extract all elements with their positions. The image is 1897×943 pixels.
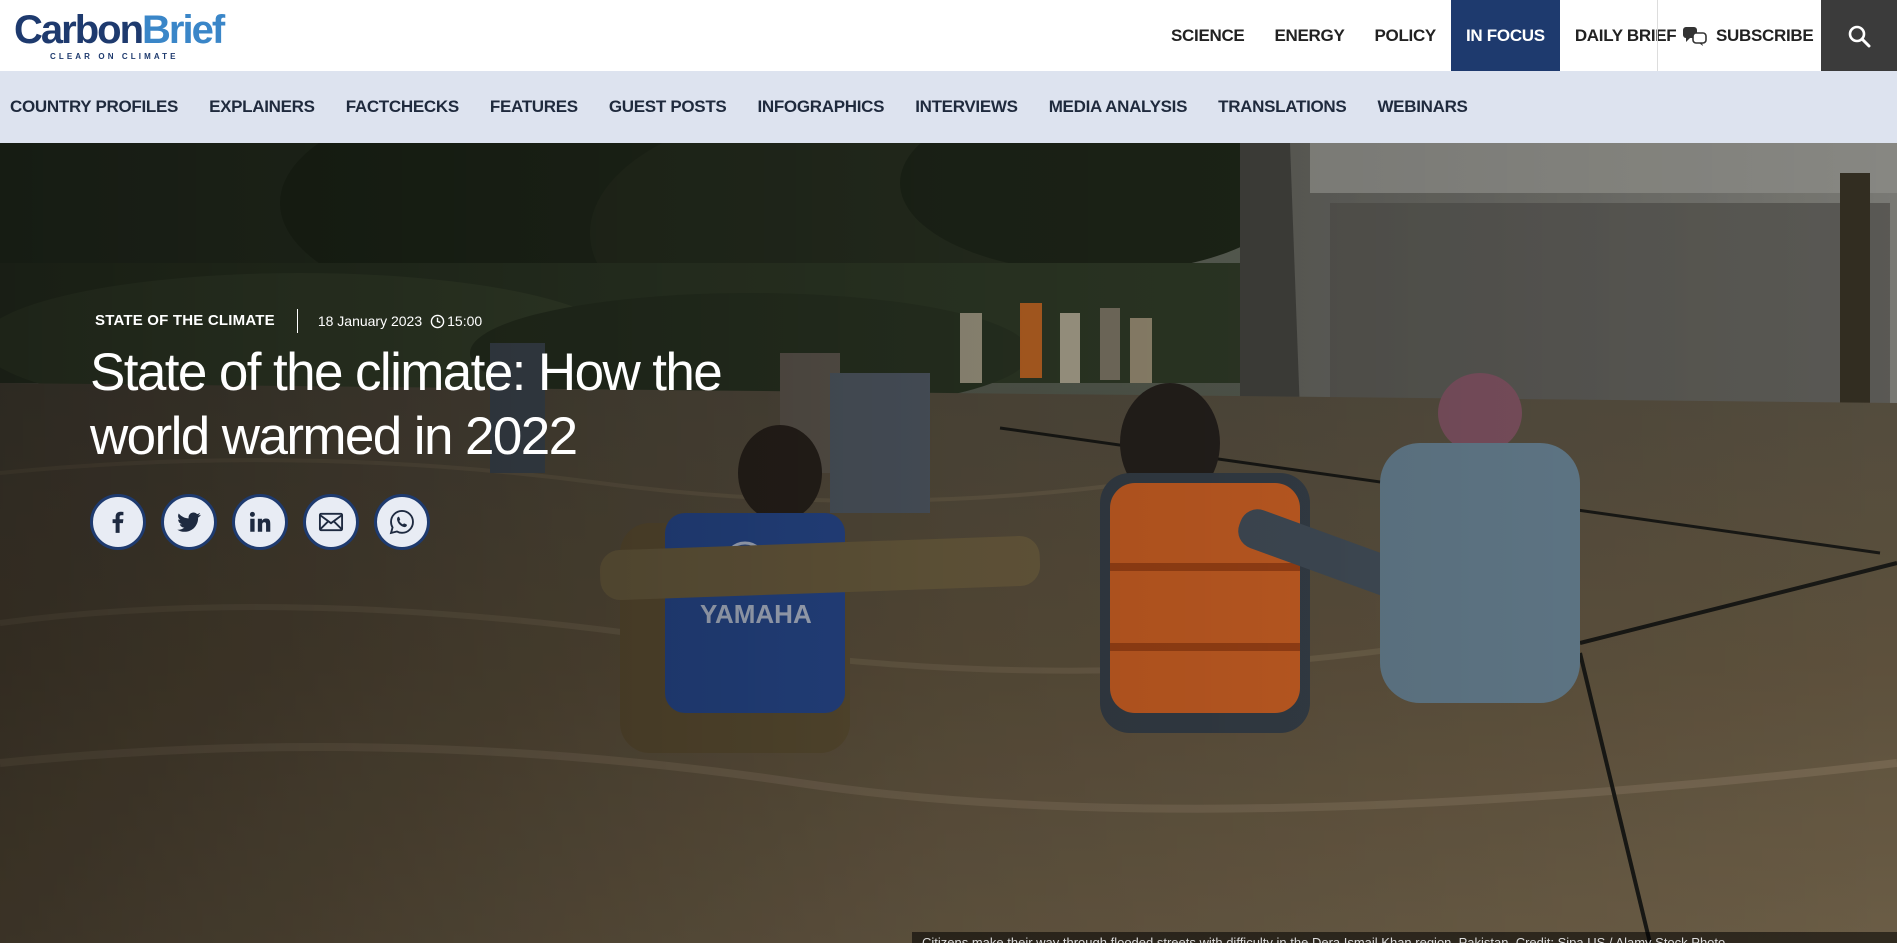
subnav-features[interactable]: FEATURES [490,97,578,117]
nav-science[interactable]: SCIENCE [1156,0,1259,71]
subnav-guest-posts[interactable]: GUEST POSTS [609,97,727,117]
subscribe-button[interactable]: SUBSCRIBE [1657,0,1821,71]
linkedin-icon [249,511,271,532]
logo-tagline: CLEAR ON CLIMATE [50,52,179,61]
share-email-button[interactable] [303,494,359,550]
article-date: 18 January 2023 [317,313,423,329]
share-buttons [90,494,445,550]
subnav-media-analysis[interactable]: MEDIA ANALYSIS [1049,97,1188,117]
subnav-translations[interactable]: TRANSLATIONS [1218,97,1347,117]
facebook-icon [112,511,124,533]
logo-carbon-text: Carbon [14,8,144,52]
twitter-icon [177,512,201,532]
subnav-country-profiles[interactable]: COUNTRY PROFILES [10,97,178,117]
search-button[interactable] [1821,0,1897,71]
search-icon [1848,25,1871,47]
email-icon [318,512,344,532]
clock-icon [430,314,445,328]
subnav-factchecks[interactable]: FACTCHECKS [346,97,459,117]
article-category[interactable]: STATE OF THE CLIMATE [95,309,298,333]
subnav-explainers[interactable]: EXPLAINERS [209,97,315,117]
share-facebook-button[interactable] [90,494,146,550]
whatsapp-icon [389,509,414,535]
subnav-webinars[interactable]: WEBINARS [1377,97,1467,117]
top-bar: CarbonBrief CLEAR ON CLIMATE SCIENCE ENE… [0,0,1897,71]
logo-brief-text: Brief [142,8,225,52]
subscribe-icon [1683,26,1707,46]
nav-policy[interactable]: POLICY [1359,0,1451,71]
nav-energy[interactable]: ENERGY [1259,0,1359,71]
main-nav: SCIENCE ENERGY POLICY IN FOCUS DAILY BRI… [1156,0,1691,71]
nav-in-focus[interactable]: IN FOCUS [1450,0,1560,71]
article-title: State of the climate: How the world warm… [90,343,723,466]
share-twitter-button[interactable] [161,494,217,550]
share-whatsapp-button[interactable] [374,494,430,550]
article-hero: YAMAHA STATE OF THE CLIMATE 18 January 2… [0,143,1897,943]
category-nav: COUNTRY PROFILES EXPLAINERS FACTCHECKS F… [0,71,1897,143]
carbonbrief-logo[interactable]: CarbonBrief CLEAR ON CLIMATE [14,8,225,62]
subnav-interviews[interactable]: INTERVIEWS [915,97,1018,117]
image-caption: Citizens make their way through flooded … [912,932,1897,943]
article-time: 15:00 [447,313,483,329]
share-linkedin-button[interactable] [232,494,288,550]
subnav-infographics[interactable]: INFOGRAPHICS [757,97,884,117]
article-meta: STATE OF THE CLIMATE 18 January 2023 15:… [95,309,482,333]
subscribe-label: SUBSCRIBE [1716,25,1814,45]
